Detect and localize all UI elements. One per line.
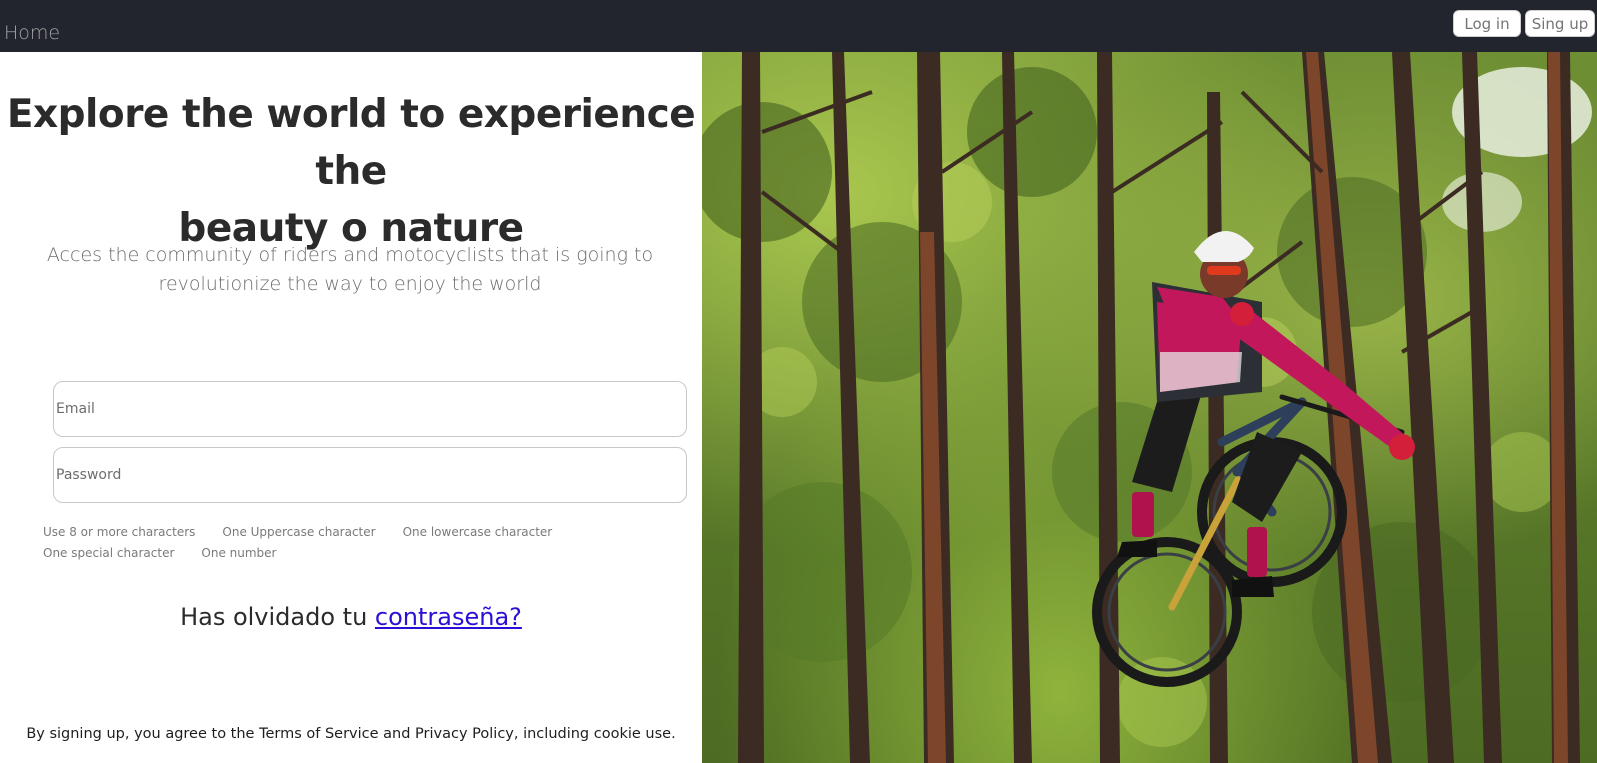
signup-button[interactable]: Sing up xyxy=(1525,10,1595,37)
page-title: Explore the world to experience the beau… xyxy=(0,86,702,257)
rule-uppercase: One Uppercase character xyxy=(222,525,376,539)
hero-photo-illustration xyxy=(702,52,1592,763)
page-subtitle-line-1: Acces the community of riders and motocy… xyxy=(46,244,654,266)
rule-number: One number xyxy=(201,546,277,560)
page-subtitle-line-2: revolutionize the way to enjoy the world xyxy=(158,273,542,295)
forgot-password-prefix: Has olvidado tu xyxy=(180,603,375,631)
forgot-password: Has olvidado tu contraseña? xyxy=(0,603,702,631)
password-field[interactable] xyxy=(53,447,687,503)
rule-lowercase: One lowercase character xyxy=(402,525,553,539)
page-subtitle: Acces the community of riders and motocy… xyxy=(30,241,670,299)
password-rules: Use 8 or more characters One Uppercase c… xyxy=(43,525,663,561)
home-link[interactable]: Home xyxy=(4,22,60,44)
page-title-line-1: Explore the world to experience the xyxy=(6,92,696,194)
login-button[interactable]: Log in xyxy=(1453,10,1521,37)
rule-special: One special character xyxy=(43,546,175,560)
top-nav: Home Log in Sing up xyxy=(0,0,1597,52)
rule-length: Use 8 or more characters xyxy=(43,525,196,539)
forgot-password-link[interactable]: contraseña? xyxy=(375,603,522,631)
terms-notice: By signing up, you agree to the Terms of… xyxy=(26,726,676,742)
hero-photo xyxy=(702,52,1597,763)
email-field[interactable] xyxy=(53,381,687,437)
signup-panel: Explore the world to experience the beau… xyxy=(0,52,702,763)
